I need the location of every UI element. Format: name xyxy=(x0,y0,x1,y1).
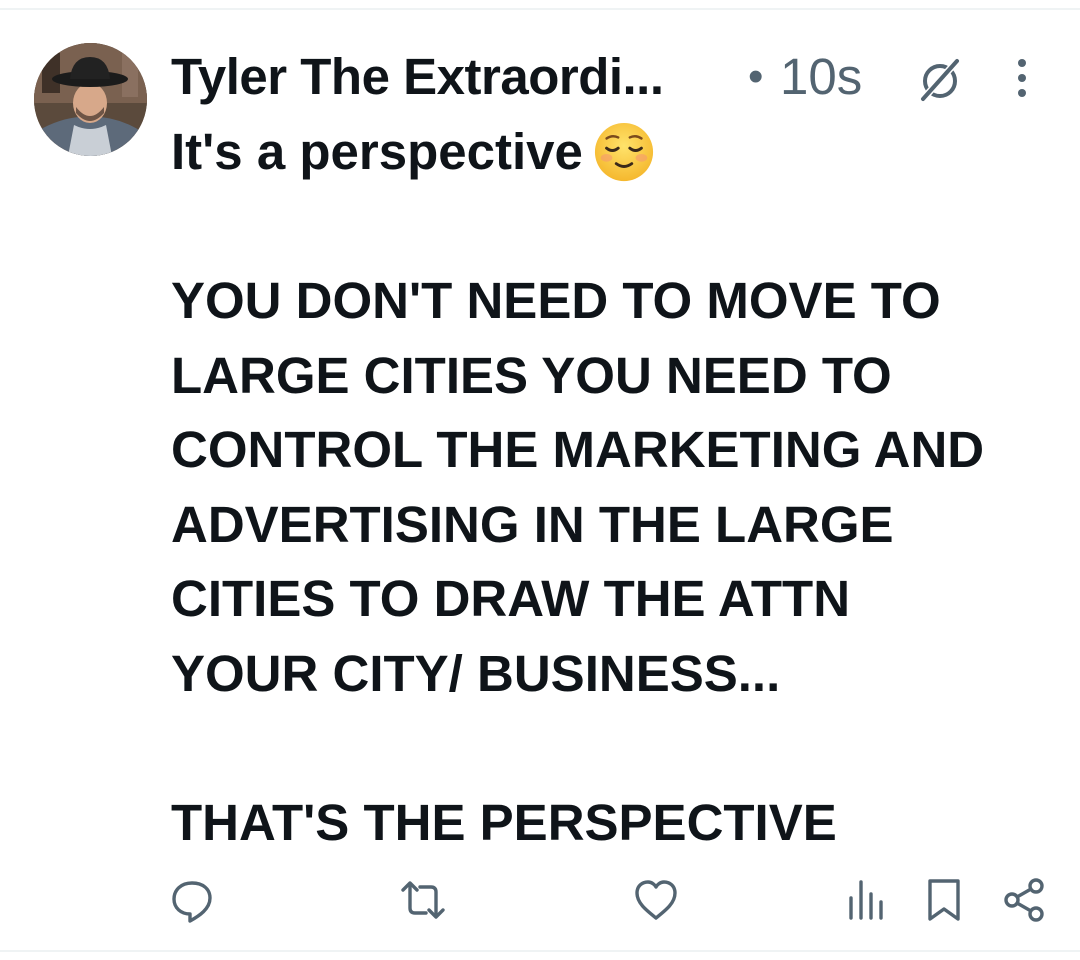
author-display-name[interactable]: Tyler The Extraordi... xyxy=(171,44,664,110)
post-text-line: CONTROL THE MARKETING AND xyxy=(171,421,985,478)
post-text-line: YOUR CITY/ BUSINESS... xyxy=(171,644,781,702)
avatar[interactable] xyxy=(34,43,147,156)
reply-icon[interactable] xyxy=(168,876,216,924)
post-text-line xyxy=(171,711,1051,786)
post-card[interactable]: Tyler The Extraordi... • 10s It's a pers… xyxy=(0,0,1080,960)
views-icon[interactable] xyxy=(844,876,892,924)
relieved-face-emoji-icon xyxy=(594,122,653,181)
repost-icon[interactable] xyxy=(399,876,447,924)
header-separator: • xyxy=(748,52,764,101)
post-text-line: YOU DON'T NEED TO MOVE TO xyxy=(171,272,941,329)
post-text: It's a perspective YOU DON'T NEED TO MOV… xyxy=(171,115,1051,860)
post-header: Tyler The Extraordi... • 10s xyxy=(171,44,1051,110)
bookmark-icon[interactable] xyxy=(920,876,968,924)
like-icon[interactable] xyxy=(632,876,680,924)
post-text-line: CITIES TO DRAW THE ATTN xyxy=(171,570,851,627)
post-text-line: ADVERTISING IN THE LARGE xyxy=(171,495,894,553)
bottom-divider xyxy=(0,950,1080,952)
share-icon[interactable] xyxy=(1000,876,1048,924)
more-options-icon[interactable] xyxy=(1007,56,1037,100)
post-text-line: THAT'S THE PERSPECTIVE xyxy=(171,793,837,851)
top-divider xyxy=(0,8,1080,10)
post-timestamp[interactable]: 10s xyxy=(780,44,862,110)
post-text-line: LARGE CITIES YOU NEED TO xyxy=(171,346,892,404)
post-text-line xyxy=(171,190,1051,265)
post-text-line: It's a perspective xyxy=(171,115,1051,190)
user-avatar-cowboy-hat-icon xyxy=(34,43,147,156)
post-text-line-content: It's a perspective xyxy=(171,123,583,180)
grok-icon[interactable] xyxy=(915,55,963,103)
